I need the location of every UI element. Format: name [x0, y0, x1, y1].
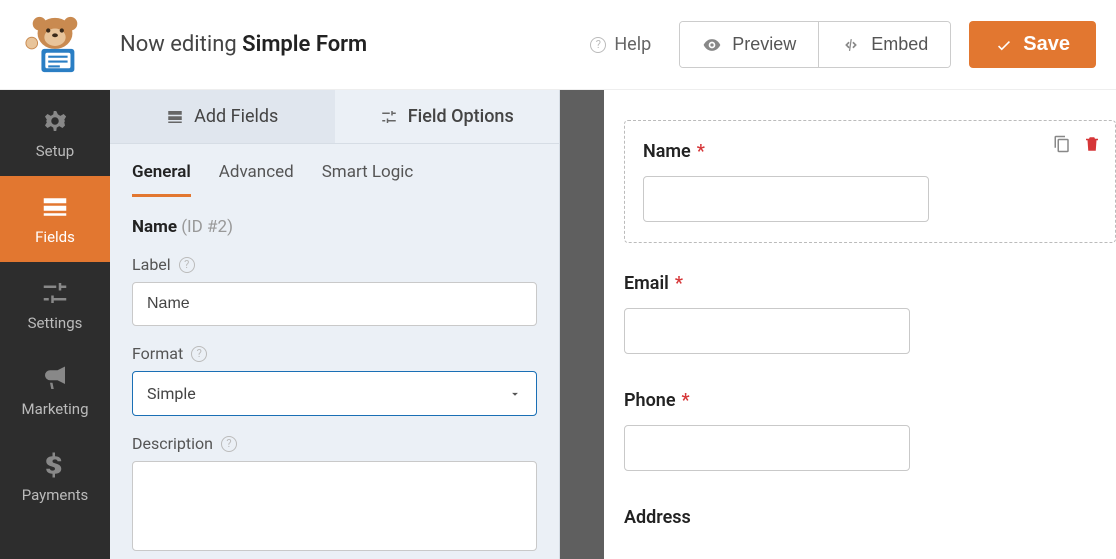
preview-field-phone[interactable]: Phone*: [624, 390, 1116, 471]
save-button[interactable]: Save: [969, 21, 1096, 68]
preview-field-email[interactable]: Email*: [624, 273, 1116, 354]
form-icon: [40, 192, 70, 222]
duplicate-icon[interactable]: [1053, 135, 1071, 153]
format-label: Format ?: [132, 344, 537, 363]
eye-icon: [702, 35, 722, 55]
form-preview: Name* Email* Phone* Address: [604, 90, 1116, 559]
help-icon: ?: [590, 37, 606, 53]
options-panel: Add Fields Field Options General Advance…: [110, 90, 560, 559]
sliders-icon: [40, 278, 70, 308]
gear-icon: [40, 106, 70, 136]
app-logo: [20, 10, 90, 80]
help-link[interactable]: ? Help: [590, 34, 651, 55]
page-title: Now editing Simple Form: [120, 32, 367, 57]
preview-field-name[interactable]: Name*: [624, 120, 1116, 243]
label-label: Label ?: [132, 255, 537, 274]
subtab-general[interactable]: General: [132, 162, 191, 197]
grid-icon: [166, 108, 184, 126]
panel-gutter[interactable]: [560, 90, 604, 559]
description-label: Description ?: [132, 434, 537, 453]
help-icon[interactable]: ?: [221, 436, 237, 452]
preview-field-address[interactable]: Address: [624, 507, 1116, 528]
check-icon: [995, 36, 1013, 54]
topbar: Now editing Simple Form ? Help Preview E…: [0, 0, 1116, 90]
format-select[interactable]: Simple: [132, 371, 537, 416]
sidebar-item-setup[interactable]: Setup: [0, 90, 110, 176]
trash-icon[interactable]: [1083, 135, 1101, 153]
subtab-advanced[interactable]: Advanced: [219, 162, 294, 197]
preview-button[interactable]: Preview: [680, 22, 818, 67]
dollar-icon: [40, 450, 70, 480]
help-icon[interactable]: ?: [191, 346, 207, 362]
sidebar: Setup Fields Settings Marketing Payments: [0, 90, 110, 559]
sidebar-item-fields[interactable]: Fields: [0, 176, 110, 262]
subtab-smart[interactable]: Smart Logic: [322, 162, 414, 197]
preview-input[interactable]: [624, 308, 910, 354]
preview-input[interactable]: [643, 176, 929, 222]
settings-icon: [380, 108, 398, 126]
preview-embed-group: Preview Embed: [679, 21, 951, 68]
sidebar-item-payments[interactable]: Payments: [0, 434, 110, 520]
description-input[interactable]: [132, 461, 537, 551]
help-icon[interactable]: ?: [179, 257, 195, 273]
section-title: Name (ID #2): [132, 217, 537, 237]
sidebar-item-marketing[interactable]: Marketing: [0, 348, 110, 434]
preview-input[interactable]: [624, 425, 910, 471]
sidebar-item-settings[interactable]: Settings: [0, 262, 110, 348]
bullhorn-icon: [40, 364, 70, 394]
tab-field-options[interactable]: Field Options: [335, 90, 560, 143]
embed-button[interactable]: Embed: [818, 22, 950, 67]
label-input[interactable]: [132, 282, 537, 326]
code-icon: [841, 35, 861, 55]
chevron-down-icon: [508, 387, 522, 401]
tab-add-fields[interactable]: Add Fields: [110, 90, 335, 143]
